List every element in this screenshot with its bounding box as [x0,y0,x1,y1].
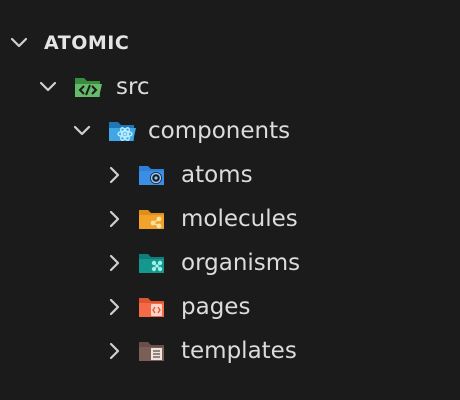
folder-label-organisms: organisms [181,250,301,276]
tree-item-components[interactable]: components [0,111,460,151]
folder-label-src: src [116,74,150,100]
chevron-down-icon [10,37,28,48]
folder-templates-icon [139,342,164,361]
tree-item-src[interactable]: src [0,67,460,107]
chevron-right-icon [109,166,120,184]
chevron-right-icon [109,210,120,228]
folder-src-open-icon [75,78,102,97]
chevron-right-icon [109,298,120,316]
folder-components-open-icon [109,122,136,141]
folder-label-components: components [148,118,291,144]
folder-label-templates: templates [181,338,297,364]
folder-molecules-icon [139,210,164,229]
folder-atoms-icon [139,166,164,185]
tree-item-pages[interactable]: pages [0,287,460,327]
folder-label-pages: pages [181,294,251,320]
chevron-down-icon [73,125,91,136]
root-folder-label: ATOMIC [44,32,130,54]
chevron-down-icon [39,81,57,92]
tree-item-organisms[interactable]: organisms [0,243,460,283]
folder-pages-icon [139,298,164,317]
folder-label-atoms: atoms [181,162,253,188]
tree-item-templates[interactable]: templates [0,331,460,371]
tree-item-root[interactable]: ATOMIC [0,23,460,63]
folder-organisms-icon [139,254,164,273]
chevron-right-icon [109,254,120,272]
folder-label-molecules: molecules [181,206,298,232]
file-explorer-tree: ATOMIC src components atoms molecules or… [0,0,460,400]
chevron-right-icon [109,342,120,360]
tree-item-atoms[interactable]: atoms [0,155,460,195]
tree-item-molecules[interactable]: molecules [0,199,460,239]
